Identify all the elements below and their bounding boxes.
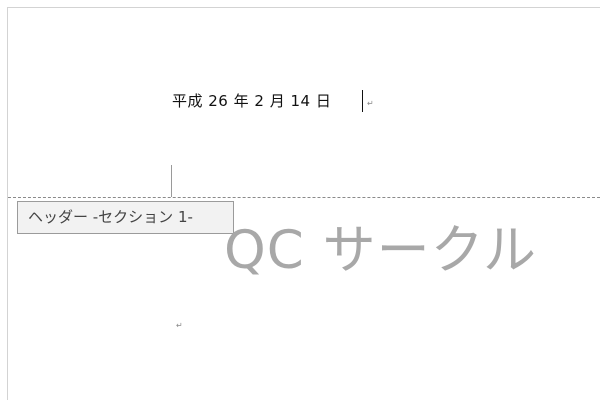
margin-corner-marker — [171, 165, 172, 197]
paragraph-mark-icon: ↵ — [176, 321, 183, 330]
header-watermark-text[interactable]: QC サークル — [224, 218, 537, 284]
paragraph-mark-icon: ↵ — [367, 99, 374, 108]
page-top-edge — [7, 7, 600, 8]
header-section-tab: ヘッダー -セクション 1- — [17, 201, 234, 234]
document-page[interactable]: 平成 26 年 2 月 14 日 ↵ ヘッダー -セクション 1- QC サーク… — [0, 0, 600, 400]
text-cursor — [362, 90, 363, 112]
header-boundary-line — [8, 197, 600, 198]
page-left-edge — [7, 7, 8, 400]
date-text[interactable]: 平成 26 年 2 月 14 日 — [172, 90, 331, 112]
